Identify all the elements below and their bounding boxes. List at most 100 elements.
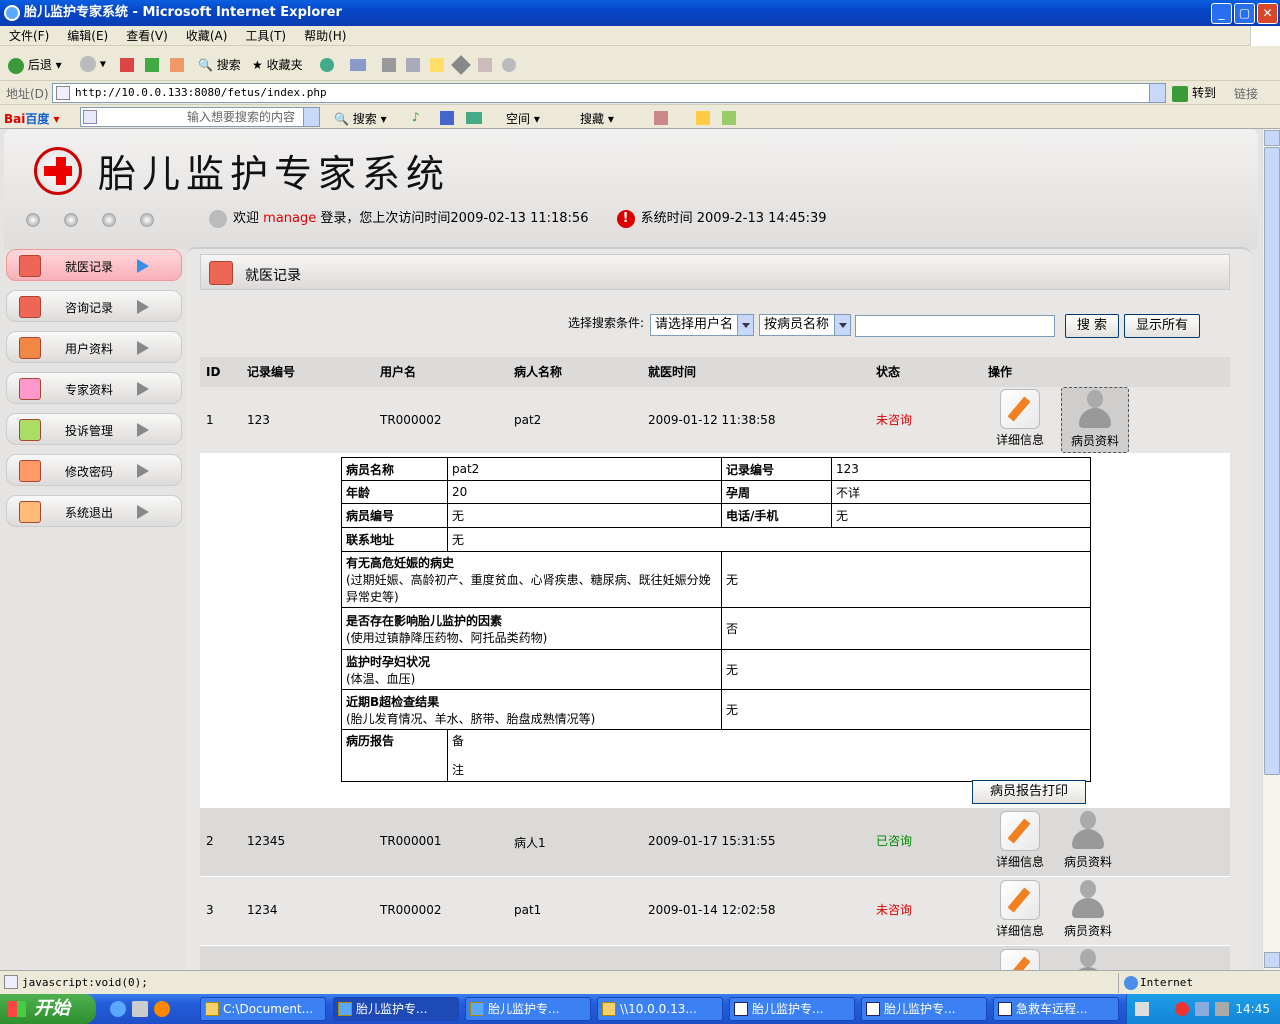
sidebar-item-records[interactable]: 就医记录: [6, 249, 182, 281]
profile-button[interactable]: 病员资料: [1058, 809, 1118, 870]
detail-button[interactable]: 详细信息: [990, 811, 1050, 870]
taskbar-item-network[interactable]: \\10.0.0.13...: [597, 997, 723, 1021]
mail-icon[interactable]: [350, 59, 366, 71]
q2-value: 否: [721, 607, 1091, 650]
minimize-button[interactable]: _: [1211, 3, 1232, 24]
scroll-up-icon[interactable]: [1264, 130, 1280, 146]
taskbar-item-word[interactable]: 胎儿监护专...: [861, 997, 987, 1021]
menu-file[interactable]: 文件(F): [0, 26, 58, 46]
notes-icon[interactable]: [430, 58, 444, 72]
detail-button[interactable]: [990, 949, 1050, 970]
taskbar-item-ie-active[interactable]: 胎儿监护专...: [333, 997, 459, 1021]
highlight-icon[interactable]: [696, 111, 710, 125]
edit-icon[interactable]: [406, 58, 420, 72]
search-button[interactable]: 搜 索: [1065, 314, 1119, 338]
taskbar-item-word[interactable]: 胎儿监护专...: [729, 997, 855, 1021]
chevron-down-icon: [834, 315, 850, 335]
cell-record: 1234: [247, 903, 278, 917]
sidebar-item-experts[interactable]: 专家资料: [6, 372, 182, 404]
ie-icon: [470, 1002, 484, 1016]
value-patient-no: 无: [447, 503, 722, 528]
sidebar-item-consult[interactable]: 咨询记录: [6, 290, 182, 322]
back-button[interactable]: 后退 ▾: [8, 56, 62, 74]
system-time-label: 系统时间: [640, 211, 693, 226]
baidu-user-icon[interactable]: [440, 111, 454, 125]
tieba-button[interactable]: 搜藏 ▾: [580, 110, 614, 127]
block-icon[interactable]: [654, 111, 668, 125]
section-title: 就医记录: [245, 268, 301, 284]
sidebar-item-password[interactable]: 修改密码: [6, 454, 182, 486]
settings-icon[interactable]: [722, 111, 736, 125]
cell-time: 2009-01-12 11:38:58: [648, 413, 776, 427]
cell-time: 2009-01-17 15:31:55: [648, 834, 776, 848]
detail-button[interactable]: 详细信息: [990, 880, 1050, 939]
refresh-icon[interactable]: [145, 58, 159, 72]
desktop-quicklaunch-icon[interactable]: [132, 1001, 148, 1017]
image-icon[interactable]: [466, 112, 482, 124]
menu-tools[interactable]: 工具(T): [236, 26, 295, 46]
baidu-dropdown-icon[interactable]: [303, 108, 319, 126]
scroll-thumb[interactable]: [1264, 147, 1280, 775]
detail-button[interactable]: 详细信息: [990, 389, 1050, 448]
q3-title: 监护时孕妇状况: [346, 654, 431, 669]
search-button[interactable]: 🔍 搜索: [198, 56, 241, 73]
address-dropdown-icon[interactable]: [1149, 84, 1165, 102]
profile-button[interactable]: 病员资料: [1061, 387, 1129, 453]
report-line-2: 注: [452, 763, 465, 777]
profile-button[interactable]: [1058, 947, 1118, 970]
address-input[interactable]: http://10.0.0.133:8080/fetus/index.php: [52, 83, 1166, 103]
search-input[interactable]: [855, 315, 1055, 337]
vertical-scrollbar[interactable]: [1262, 129, 1280, 970]
space-button[interactable]: 空间 ▾: [506, 110, 540, 127]
close-button[interactable]: ✕: [1257, 3, 1278, 24]
sidebar-item-users[interactable]: 用户资料: [6, 331, 182, 363]
taskbar-item-label: 胎儿监护专...: [356, 1002, 428, 1016]
show-all-button[interactable]: 显示所有: [1124, 314, 1200, 338]
cell-time: 2009-01-14 12:02:58: [648, 903, 776, 917]
sidebar-item-complaints[interactable]: 投诉管理: [6, 413, 182, 445]
avatar-icon: [209, 209, 227, 228]
start-button[interactable]: 开始: [0, 994, 96, 1024]
print-report-button[interactable]: 病员报告打印: [972, 780, 1086, 804]
media-icon[interactable]: [320, 58, 334, 72]
links-button[interactable]: 链接: [1234, 85, 1258, 102]
taskbar-item-explorer[interactable]: C:\Document...: [200, 997, 326, 1021]
home-icon[interactable]: [170, 58, 184, 72]
volume-icon[interactable]: [1215, 1002, 1229, 1016]
username-select[interactable]: 请选择用户名: [650, 314, 754, 336]
taskbar-item-remote[interactable]: 急救车远程...: [993, 997, 1119, 1021]
forward-button[interactable]: ▾: [80, 56, 106, 72]
status-divider: [1118, 973, 1119, 993]
music-icon[interactable]: ♪: [412, 110, 420, 124]
menu-help[interactable]: 帮助(H): [295, 26, 355, 46]
tray-app-icon[interactable]: [1175, 1002, 1189, 1016]
profile-button[interactable]: 病员资料: [1058, 878, 1118, 939]
patient-select[interactable]: 按病员名称: [759, 314, 851, 336]
scroll-down-icon[interactable]: [1264, 952, 1280, 968]
menu-view[interactable]: 查看(V): [117, 26, 177, 46]
network-icon[interactable]: [1195, 1002, 1209, 1016]
research-icon[interactable]: [451, 55, 471, 75]
favorites-label: 收藏夹: [266, 58, 303, 72]
menu-edit[interactable]: 编辑(E): [58, 26, 117, 46]
firefox-quicklaunch-icon[interactable]: [154, 1001, 170, 1017]
sidebar-item-logout[interactable]: 系统退出: [6, 495, 182, 527]
keyboard-icon[interactable]: [1135, 1002, 1149, 1016]
menu-favorites[interactable]: 收藏(A): [177, 26, 237, 46]
stop-icon[interactable]: [120, 58, 134, 72]
maximize-button[interactable]: ▢: [1234, 3, 1255, 24]
ie-quicklaunch-icon[interactable]: [110, 1001, 126, 1017]
baidu-logo[interactable]: Bai百度 ▾: [4, 110, 60, 127]
status-text: javascript:void(0);: [22, 976, 148, 989]
misc-icon[interactable]: [502, 58, 516, 72]
edit-pen-icon: [1000, 811, 1040, 851]
go-button[interactable]: 转到: [1172, 84, 1216, 102]
key-icon: [19, 460, 41, 482]
report-line-1: 备: [452, 734, 465, 748]
baidu-search-button[interactable]: 🔍 搜索 ▾: [334, 110, 387, 127]
messenger-icon[interactable]: [478, 58, 492, 72]
print-icon[interactable]: [382, 58, 396, 72]
taskbar-item-ie[interactable]: 胎儿监护专...: [465, 997, 591, 1021]
baidu-search-input[interactable]: 输入想要搜索的内容: [80, 107, 320, 127]
favorites-button[interactable]: ★ 收藏夹: [252, 56, 303, 73]
